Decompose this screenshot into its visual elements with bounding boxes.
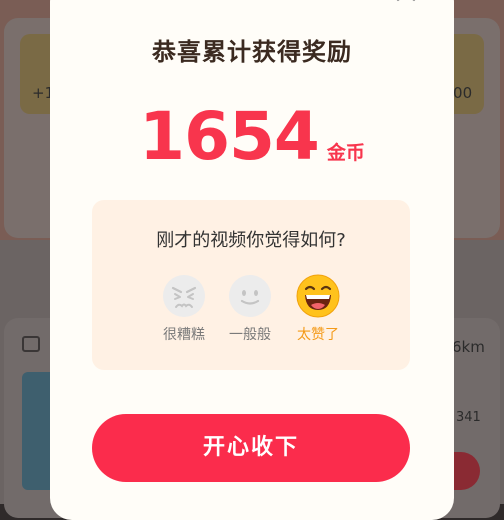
laughing-face-icon bbox=[296, 274, 340, 318]
dialog-title: 恭喜累计获得奖励 bbox=[152, 38, 352, 66]
feedback-question: 刚才的视频你觉得如何? bbox=[156, 230, 346, 251]
angry-face-icon bbox=[163, 275, 205, 317]
reward-amount-row: 1654 金币 bbox=[0, 98, 504, 175]
rating-label-bad: 很糟糕 bbox=[163, 327, 205, 343]
rating-option-ok[interactable]: 一般般 bbox=[220, 274, 280, 344]
background-distance-text: 6km bbox=[452, 338, 485, 356]
accept-reward-button[interactable]: 开心收下 bbox=[92, 414, 410, 482]
rating-option-bad[interactable]: 很糟糕 bbox=[154, 274, 214, 344]
reward-amount: 1654 bbox=[139, 98, 320, 175]
rating-label-ok: 一般般 bbox=[229, 327, 271, 343]
reward-unit: 金币 bbox=[326, 142, 365, 164]
background-count-text: 341 bbox=[456, 410, 481, 425]
rating-option-great[interactable]: 太赞了 bbox=[288, 274, 348, 344]
shop-icon bbox=[22, 336, 40, 352]
feedback-panel: 刚才的视频你觉得如何? 很糟糕 一般般 太赞了 bbox=[92, 200, 410, 370]
rating-label-great: 太赞了 bbox=[297, 327, 339, 343]
close-icon[interactable] bbox=[394, 0, 418, 4]
neutral-face-icon bbox=[229, 275, 271, 317]
